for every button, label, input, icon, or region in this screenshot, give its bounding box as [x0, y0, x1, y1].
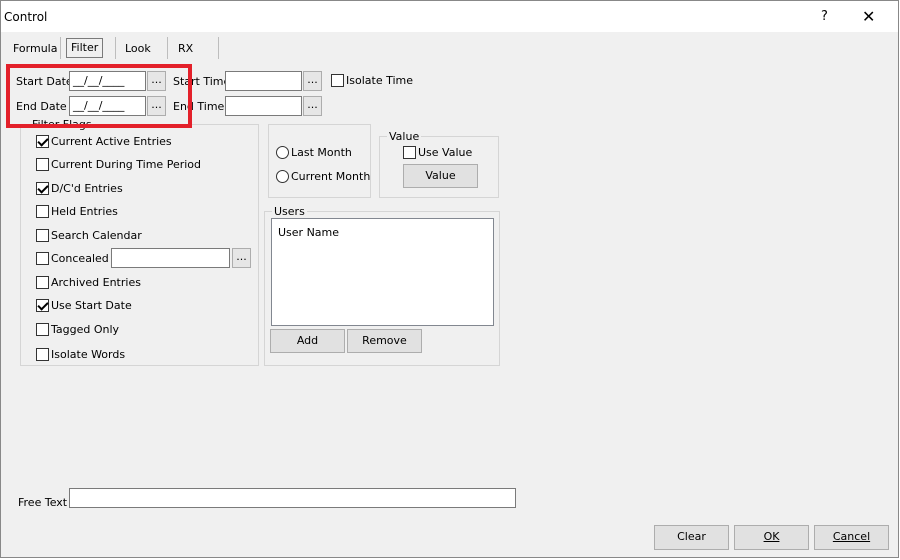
- use-value-label: Use Value: [418, 146, 473, 159]
- close-icon[interactable]: ✕: [862, 7, 875, 26]
- concealed-picker-button[interactable]: ...: [232, 248, 251, 268]
- start-time-picker-button[interactable]: ...: [303, 71, 322, 91]
- isolate-time-label: Isolate Time: [346, 74, 413, 87]
- held-entries-label: Held Entries: [51, 205, 118, 218]
- current-month-label: Current Month: [291, 170, 371, 183]
- current-month-radio[interactable]: [276, 170, 289, 183]
- highlight-box: [6, 64, 192, 128]
- tagged-only-label: Tagged Only: [51, 323, 120, 336]
- cancel-button[interactable]: Cancel: [814, 525, 889, 550]
- users-title: Users: [272, 205, 307, 218]
- last-month-label: Last Month: [291, 146, 352, 159]
- add-user-button[interactable]: Add: [270, 329, 345, 353]
- archived-entries-label: Archived Entries: [51, 276, 141, 289]
- isolate-words-checkbox[interactable]: [36, 348, 49, 361]
- title-bar: Control ? ✕: [1, 1, 898, 32]
- tab-rx[interactable]: RX: [178, 40, 193, 60]
- users-list[interactable]: User Name: [271, 218, 494, 326]
- concealed-input[interactable]: [111, 248, 230, 268]
- clear-button[interactable]: Clear: [654, 525, 729, 550]
- end-time-input[interactable]: [225, 96, 302, 116]
- current-during-time-period-checkbox[interactable]: [36, 158, 49, 171]
- tab-separator: [218, 37, 219, 59]
- remove-user-button[interactable]: Remove: [347, 329, 422, 353]
- concealed-label: Concealed: [51, 252, 109, 265]
- isolate-words-label: Isolate Words: [51, 348, 126, 361]
- end-time-picker-button[interactable]: ...: [303, 96, 322, 116]
- tab-formula[interactable]: Formula: [13, 40, 57, 60]
- use-start-date-checkbox[interactable]: [36, 299, 49, 312]
- ok-button[interactable]: OK: [734, 525, 809, 550]
- tab-look[interactable]: Look: [125, 40, 151, 60]
- tab-separator: [167, 37, 168, 59]
- dc-entries-checkbox[interactable]: [36, 182, 49, 195]
- help-icon[interactable]: ?: [821, 9, 828, 24]
- period-group: [268, 124, 371, 198]
- control-dialog: Control ? ✕ Formula Filter Look RX Filte…: [0, 0, 899, 558]
- search-calendar-label: Search Calendar: [51, 229, 142, 242]
- dc-entries-label: D/C'd Entries: [51, 182, 123, 195]
- start-time-input[interactable]: [225, 71, 302, 91]
- value-button[interactable]: Value: [403, 164, 478, 188]
- tab-separator: [115, 37, 116, 59]
- current-active-entries-label: Current Active Entries: [51, 135, 172, 148]
- held-entries-checkbox[interactable]: [36, 205, 49, 218]
- cancel-button-label: Cancel: [832, 530, 871, 543]
- ok-button-label: OK: [763, 530, 780, 543]
- window-title: Control: [4, 10, 48, 24]
- free-text-label: Free Text: [18, 496, 68, 509]
- last-month-radio[interactable]: [276, 146, 289, 159]
- tagged-only-checkbox[interactable]: [36, 323, 49, 336]
- current-active-entries-checkbox[interactable]: [36, 135, 49, 148]
- use-value-checkbox[interactable]: [403, 146, 416, 159]
- archived-entries-checkbox[interactable]: [36, 276, 49, 289]
- list-item[interactable]: User Name: [278, 226, 339, 239]
- search-calendar-checkbox[interactable]: [36, 229, 49, 242]
- concealed-checkbox[interactable]: [36, 252, 49, 265]
- tab-filter[interactable]: Filter: [66, 38, 104, 58]
- tab-separator: [60, 37, 61, 59]
- use-start-date-label: Use Start Date: [51, 299, 132, 312]
- free-text-input[interactable]: [69, 488, 516, 508]
- current-during-time-period-label: Current During Time Period: [51, 158, 201, 171]
- isolate-time-checkbox[interactable]: [331, 74, 344, 87]
- value-group-title: Value: [387, 130, 422, 143]
